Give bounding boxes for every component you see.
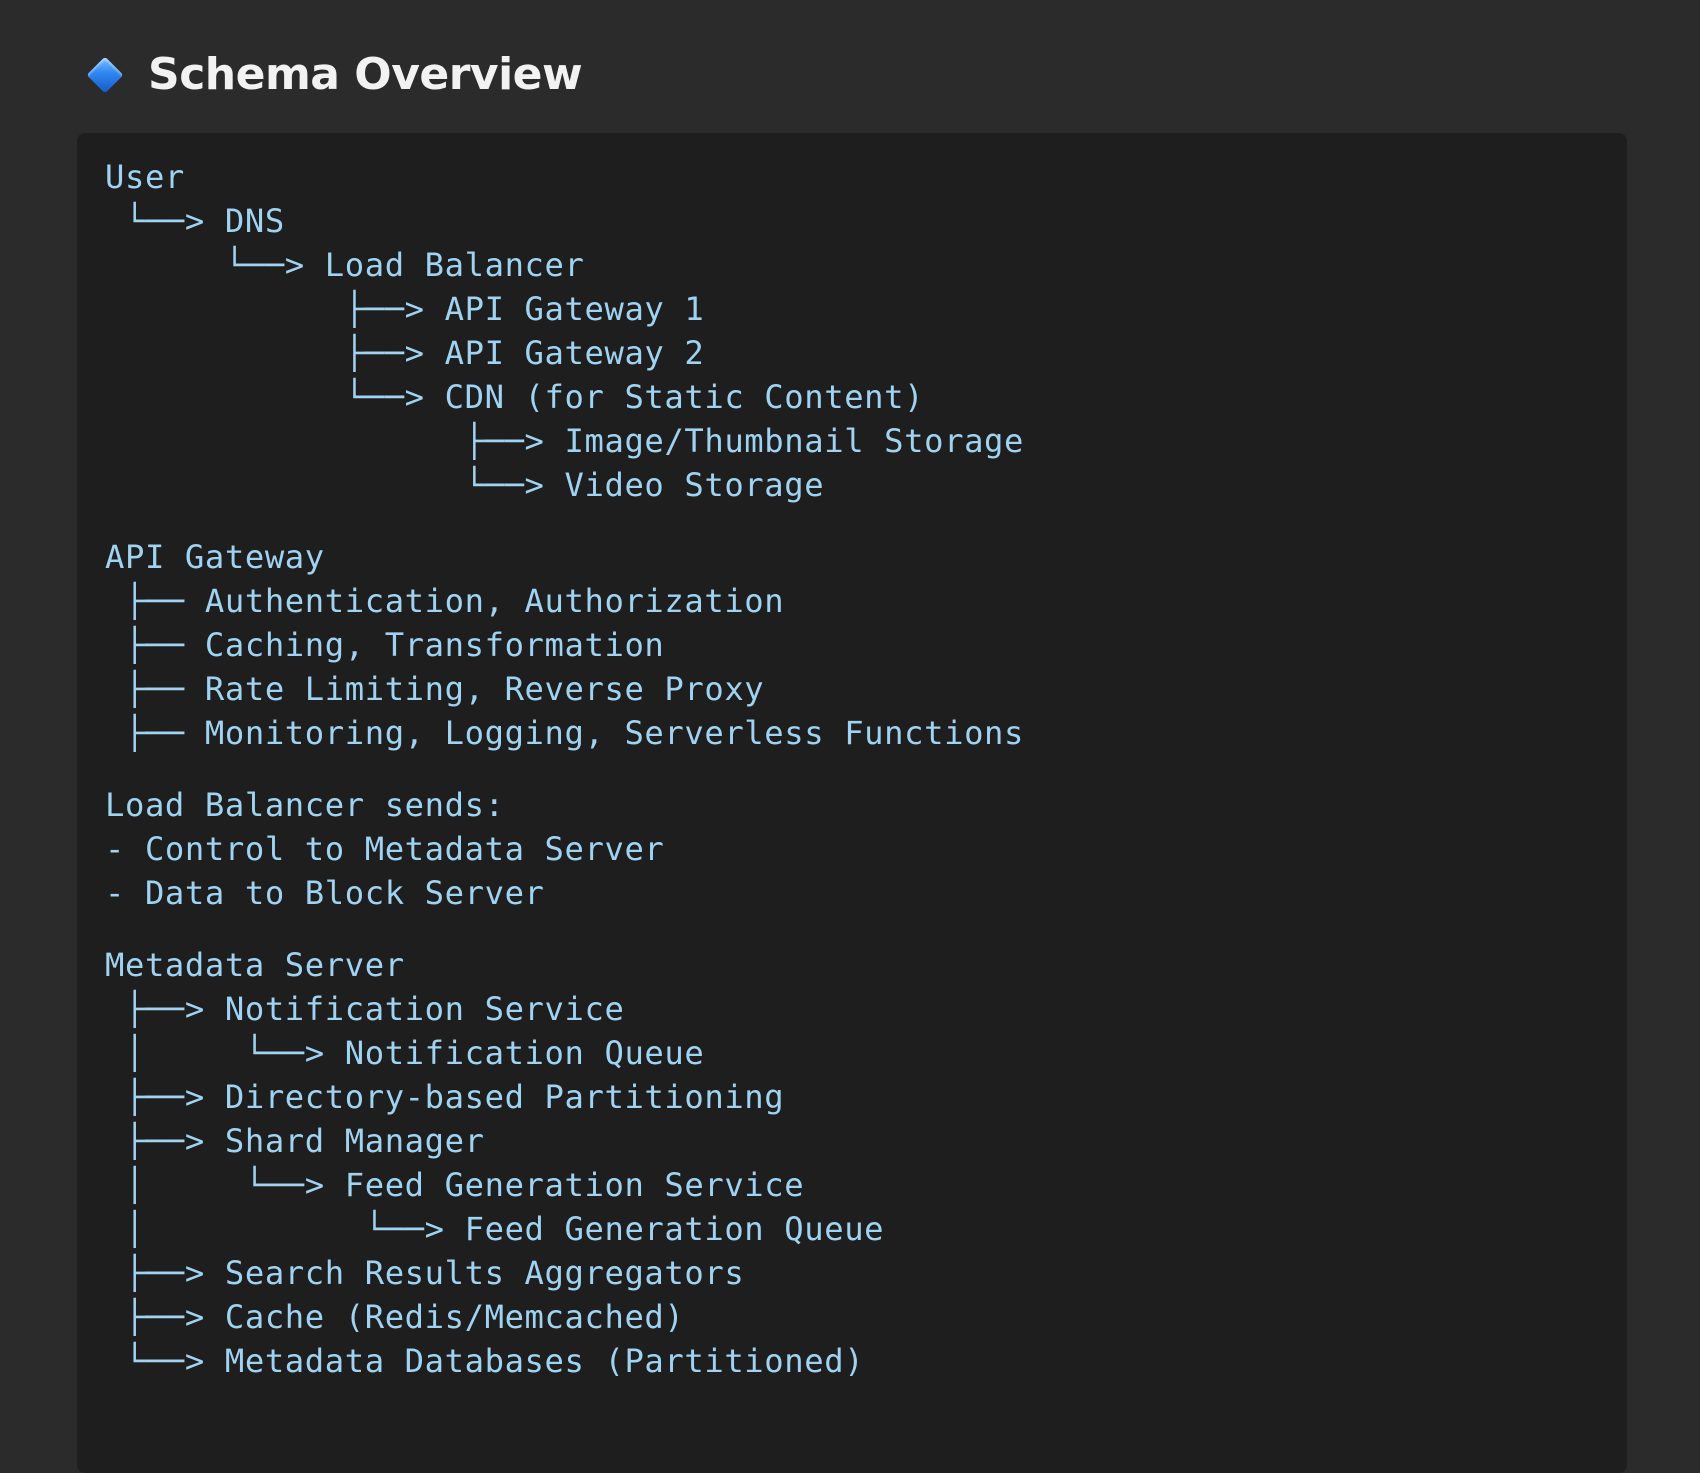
code-line: └──> Metadata Databases (Partitioned) [105, 1342, 865, 1380]
code-block[interactable]: User └──> DNS └──> Load Balancer ├──> AP… [77, 133, 1627, 1473]
code-line: User [105, 158, 185, 196]
code-line: ├──> API Gateway 1 [105, 290, 705, 328]
code-line: - Data to Block Server [105, 874, 545, 912]
code-line: ├──> Search Results Aggregators [105, 1254, 745, 1292]
code-line: API Gateway [105, 538, 325, 576]
code-line: ├── Authentication, Authorization [105, 582, 785, 620]
code-line: ├──> Cache (Redis/Memcached) [105, 1298, 685, 1336]
code-line: ├──> Directory-based Partitioning [105, 1078, 785, 1116]
code-line: ├── Caching, Transformation [105, 626, 665, 664]
code-line: - Control to Metadata Server [105, 830, 665, 868]
page-title: Schema Overview [148, 49, 583, 100]
code-line: Load Balancer sends: [105, 786, 505, 824]
blue-diamond-icon [86, 56, 124, 94]
code-line: ├──> Notification Service [105, 990, 625, 1028]
code-line: ├── Monitoring, Logging, Serverless Func… [105, 714, 1025, 752]
code-text: User └──> DNS └──> Load Balancer ├──> AP… [105, 155, 1627, 1383]
code-line: │ └──> Feed Generation Service [105, 1166, 805, 1204]
code-line: │ └──> Feed Generation Queue [105, 1210, 885, 1248]
code-line: ├── Rate Limiting, Reverse Proxy [105, 670, 765, 708]
section-header: Schema Overview [86, 40, 583, 110]
code-line: │ └──> Notification Queue [105, 1034, 705, 1072]
code-line: └──> CDN (for Static Content) [105, 378, 925, 416]
code-line: ├──> Shard Manager [105, 1122, 485, 1160]
code-line: └──> Load Balancer [105, 246, 585, 284]
code-line: ├──> Image/Thumbnail Storage [105, 422, 1025, 460]
code-line: └──> DNS [105, 202, 285, 240]
code-line: Metadata Server [105, 946, 405, 984]
code-line: └──> Video Storage [105, 466, 825, 504]
code-line: ├──> API Gateway 2 [105, 334, 705, 372]
